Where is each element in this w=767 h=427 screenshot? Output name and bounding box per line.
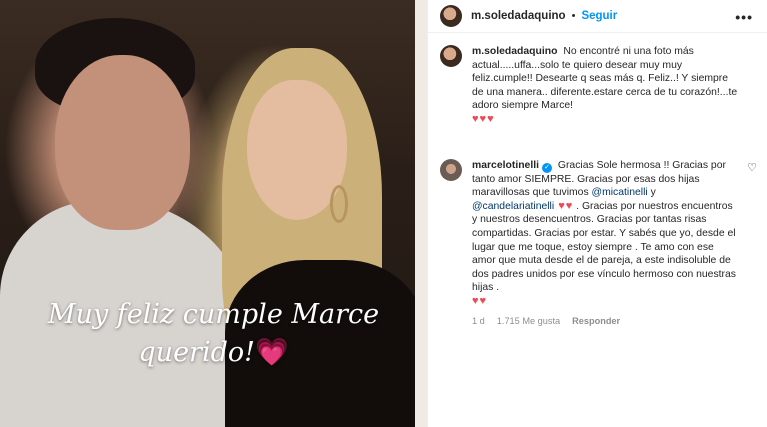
comment-time[interactable]: 1 d: [472, 315, 485, 329]
more-options-icon[interactable]: •••: [735, 9, 753, 25]
follow-button[interactable]: Seguir: [581, 10, 617, 22]
red-heart-icons: ♥♥: [472, 294, 488, 307]
pink-heart-icon: 💗: [254, 337, 289, 368]
overlay-line-2-text: querido!: [138, 337, 255, 368]
verified-badge-icon: ✓: [542, 162, 552, 173]
reply-button[interactable]: Responder: [572, 315, 620, 329]
separator-dot: •: [571, 10, 576, 22]
like-heart-icon[interactable]: ♡: [747, 161, 757, 174]
comment-username[interactable]: marcelotinelli: [472, 160, 539, 171]
post-photo[interactable]: Muy feliz cumple Marce querido!💗: [0, 0, 427, 427]
comment-avatar[interactable]: [440, 158, 462, 181]
comment-likes[interactable]: 1.715 Me gusta: [497, 315, 560, 329]
red-heart-icons: ♥♥: [554, 199, 574, 212]
caption-username[interactable]: m.soledadaquino: [472, 46, 557, 57]
comment-item: marcelotinelli ✓ Gracias Sole hermosa !! …: [428, 158, 767, 329]
caption-avatar[interactable]: [440, 45, 462, 67]
post-header: m.soledadaquino • Seguir •••: [428, 0, 767, 33]
header-username[interactable]: m.soledadaquino: [471, 10, 566, 22]
mention-link[interactable]: @micatinelli: [592, 187, 648, 198]
overlay-line-2: querido!💗: [0, 334, 427, 372]
mention-link[interactable]: @candelariatinelli: [472, 201, 554, 212]
avatar[interactable]: [440, 5, 462, 27]
comment-text-3: . Gracias por nuestros encuentros y nues…: [472, 200, 736, 294]
comment-body: marcelotinelli ✓ Gracias Sole hermosa !! …: [472, 159, 740, 329]
comment-text-2: y: [647, 187, 656, 199]
red-heart-icons: ♥♥♥: [472, 112, 495, 125]
post-sidebar: m.soledadaquino • Seguir ••• m.soledadaq…: [427, 0, 767, 427]
photo-earring: [330, 185, 348, 223]
caption: m.soledadaquino No encontré ni una foto …: [428, 45, 767, 127]
photo-man-face: [55, 55, 190, 230]
comment-meta: 1 d 1.715 Me gusta Responder: [472, 315, 740, 329]
overlay-line-1: Muy feliz cumple Marce: [47, 299, 380, 330]
photo-overlay-text: Muy feliz cumple Marce querido!💗: [0, 296, 427, 372]
caption-body: m.soledadaquino No encontré ni una foto …: [472, 45, 740, 127]
